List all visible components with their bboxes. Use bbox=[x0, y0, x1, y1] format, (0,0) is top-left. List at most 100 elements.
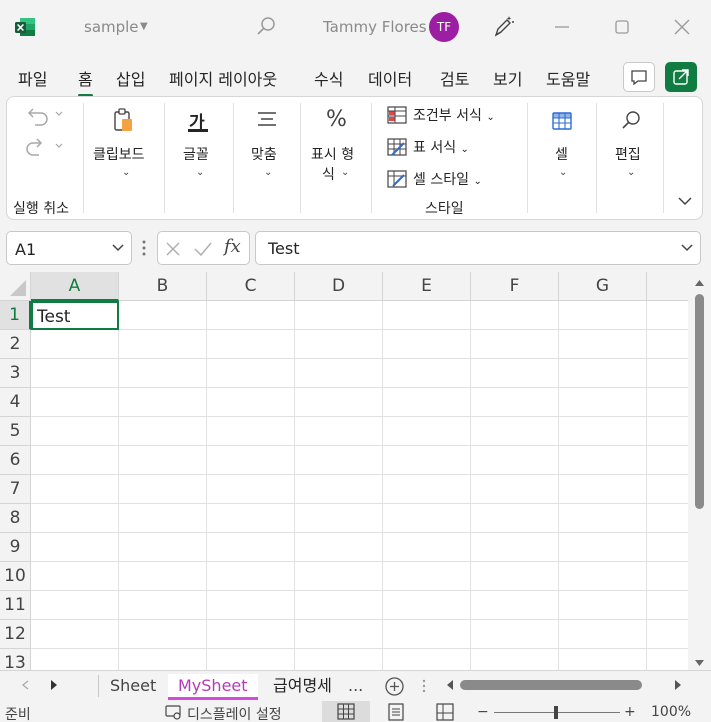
grid-cell[interactable] bbox=[119, 330, 207, 359]
grid-cell[interactable] bbox=[471, 475, 559, 504]
grid-cell[interactable] bbox=[119, 620, 207, 649]
grid-cell[interactable] bbox=[295, 475, 383, 504]
grid-cell[interactable] bbox=[207, 330, 295, 359]
grid-cell[interactable] bbox=[559, 504, 647, 533]
column-header[interactable]: F bbox=[471, 272, 559, 301]
grid-cell[interactable] bbox=[207, 359, 295, 388]
grid-cell[interactable] bbox=[31, 504, 119, 533]
grid-cell[interactable] bbox=[119, 475, 207, 504]
grid-cell[interactable] bbox=[207, 562, 295, 591]
grid-cell[interactable] bbox=[383, 446, 471, 475]
grid-cell[interactable] bbox=[295, 446, 383, 475]
grid-cell[interactable] bbox=[383, 388, 471, 417]
grid-cell[interactable] bbox=[295, 591, 383, 620]
column-header[interactable]: D bbox=[295, 272, 383, 301]
grid-cell[interactable] bbox=[119, 301, 207, 330]
grid-cell[interactable] bbox=[559, 417, 647, 446]
check-icon[interactable] bbox=[193, 240, 213, 258]
grid-cell[interactable] bbox=[383, 591, 471, 620]
cells-button[interactable]: 셀 bbox=[555, 144, 568, 164]
tab-home[interactable]: 홈 bbox=[78, 66, 93, 97]
sheet-tab-sheet[interactable]: Sheet bbox=[100, 674, 166, 700]
grid-cell[interactable] bbox=[559, 649, 647, 670]
zoom-level[interactable]: 100% bbox=[651, 704, 691, 720]
row-header[interactable]: 5 bbox=[0, 417, 31, 446]
name-box[interactable]: A1 bbox=[6, 231, 132, 265]
tab-help[interactable]: 도움말 bbox=[546, 66, 590, 90]
grid-cell[interactable] bbox=[647, 388, 688, 417]
zoom-slider-thumb[interactable] bbox=[554, 706, 558, 719]
page-layout-view-button[interactable] bbox=[372, 701, 420, 722]
row-header[interactable]: 6 bbox=[0, 446, 31, 475]
grid-cell[interactable] bbox=[383, 620, 471, 649]
grid-cell[interactable] bbox=[471, 562, 559, 591]
grid-cell[interactable] bbox=[207, 649, 295, 670]
grid-cell[interactable] bbox=[647, 301, 688, 330]
avatar[interactable]: TF bbox=[429, 12, 459, 42]
scroll-down-icon[interactable] bbox=[694, 658, 705, 668]
close-icon[interactable] bbox=[667, 12, 697, 42]
grid-cell[interactable] bbox=[471, 649, 559, 670]
tab-page-layout[interactable]: 페이지 레이아웃 bbox=[169, 66, 277, 90]
column-header[interactable]: E bbox=[383, 272, 471, 301]
format-as-table-button[interactable]: 표 서식 ⌄ bbox=[387, 137, 469, 157]
grid-cell[interactable] bbox=[295, 562, 383, 591]
grid-cell[interactable] bbox=[647, 620, 688, 649]
display-settings-icon[interactable] bbox=[165, 704, 183, 720]
grid-cell[interactable] bbox=[207, 591, 295, 620]
tab-view[interactable]: 보기 bbox=[493, 66, 522, 90]
document-title[interactable]: sample bbox=[84, 18, 139, 36]
grid-cell[interactable] bbox=[383, 417, 471, 446]
column-header[interactable]: A bbox=[31, 272, 119, 301]
row-header[interactable]: 1 bbox=[0, 301, 31, 330]
comments-button[interactable] bbox=[623, 62, 655, 92]
tab-data[interactable]: 데이터 bbox=[368, 66, 412, 90]
grid-cell[interactable] bbox=[119, 388, 207, 417]
page-break-view-button[interactable] bbox=[421, 701, 469, 722]
row-header[interactable]: 9 bbox=[0, 533, 31, 562]
grid-cell[interactable] bbox=[207, 504, 295, 533]
cell-style-button[interactable]: 셀 스타일 ⌄ bbox=[387, 169, 482, 189]
chevron-down-icon[interactable] bbox=[680, 242, 694, 254]
caret-down-icon[interactable]: ▼ bbox=[140, 21, 148, 32]
column-header[interactable]: G bbox=[559, 272, 647, 301]
grid-cell[interactable] bbox=[31, 620, 119, 649]
conditional-format-button[interactable]: 조건부 서식 ⌄ bbox=[387, 105, 495, 125]
grid-cell[interactable] bbox=[383, 330, 471, 359]
grid-cell[interactable] bbox=[383, 301, 471, 330]
grid-cell[interactable] bbox=[559, 620, 647, 649]
select-all-corner[interactable] bbox=[0, 272, 31, 301]
grid-cell[interactable] bbox=[207, 388, 295, 417]
grid-cell[interactable] bbox=[119, 359, 207, 388]
grid-cell[interactable] bbox=[31, 446, 119, 475]
grid-cell[interactable] bbox=[295, 533, 383, 562]
row-header[interactable]: 13 bbox=[0, 649, 31, 670]
cancel-icon[interactable] bbox=[164, 240, 182, 258]
vertical-scrollbar[interactable] bbox=[688, 272, 711, 670]
row-header[interactable]: 4 bbox=[0, 388, 31, 417]
grid-cell[interactable] bbox=[383, 359, 471, 388]
grid-cell[interactable] bbox=[119, 649, 207, 670]
add-sheet-icon[interactable] bbox=[384, 676, 405, 697]
display-settings-button[interactable]: 디스플레이 설정 bbox=[187, 704, 282, 722]
grid-cell[interactable] bbox=[471, 359, 559, 388]
grid-cell[interactable] bbox=[471, 591, 559, 620]
column-header[interactable]: C bbox=[207, 272, 295, 301]
grid-cell[interactable] bbox=[471, 504, 559, 533]
horizontal-scroll-thumb[interactable] bbox=[460, 680, 642, 690]
grid-cell[interactable] bbox=[647, 446, 688, 475]
row-header[interactable]: 3 bbox=[0, 359, 31, 388]
grid-cell[interactable] bbox=[647, 533, 688, 562]
grid-cell[interactable] bbox=[295, 504, 383, 533]
grid-cell[interactable] bbox=[647, 649, 688, 670]
grid-cell[interactable] bbox=[559, 562, 647, 591]
clipboard-button[interactable]: 클립보드 bbox=[93, 144, 145, 164]
normal-view-button[interactable] bbox=[322, 701, 370, 722]
grid-cell[interactable] bbox=[295, 388, 383, 417]
grid-cell[interactable] bbox=[383, 475, 471, 504]
grid-cell[interactable] bbox=[647, 359, 688, 388]
grid-cell[interactable] bbox=[119, 417, 207, 446]
grid-cell[interactable] bbox=[31, 562, 119, 591]
grid-cell[interactable] bbox=[119, 591, 207, 620]
prev-sheet-icon[interactable] bbox=[20, 679, 30, 691]
